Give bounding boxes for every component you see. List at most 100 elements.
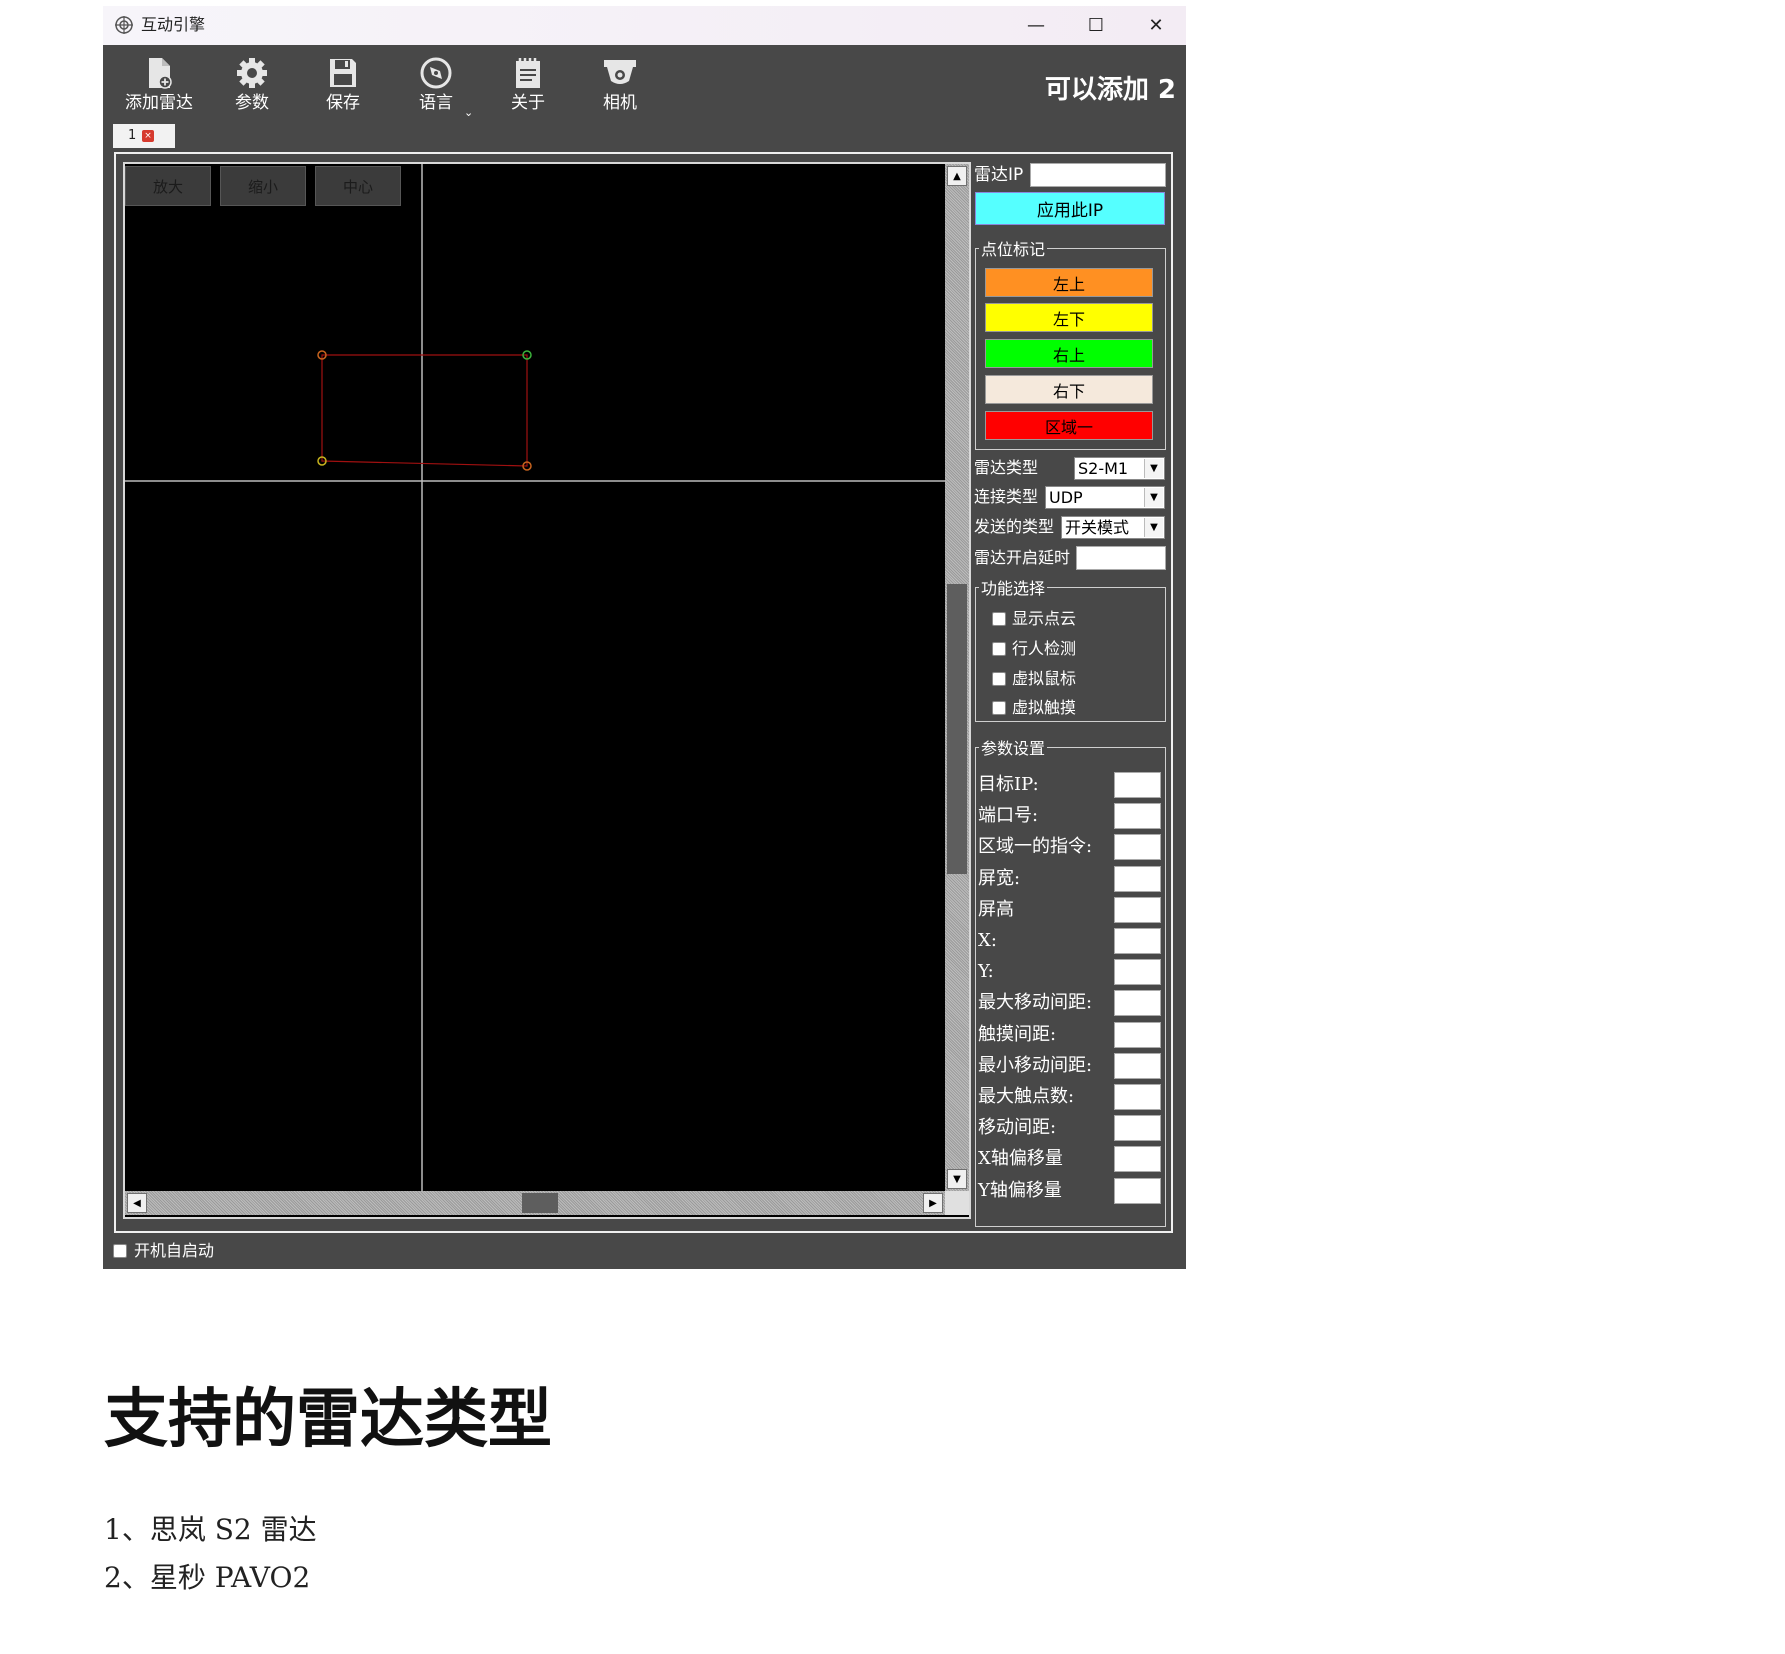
scroll-up-icon[interactable]: ▲ bbox=[947, 166, 967, 186]
connection-type-value: UDP bbox=[1049, 488, 1083, 507]
param-input[interactable] bbox=[1114, 1084, 1161, 1110]
horizontal-scrollbar[interactable]: ◀ ▶ bbox=[125, 1191, 945, 1215]
language-button[interactable]: 语言 bbox=[393, 57, 479, 113]
language-dropdown-icon[interactable]: ⌄ bbox=[464, 106, 473, 119]
connection-type-label: 连接类型 bbox=[974, 487, 1039, 506]
param-label: 目标IP: bbox=[978, 774, 1039, 795]
param-input[interactable] bbox=[1114, 866, 1161, 892]
param-label: X: bbox=[978, 930, 997, 951]
vertical-scrollbar[interactable]: ▲ ▼ bbox=[945, 164, 969, 1191]
send-type-select[interactable]: 开关模式 ▼ bbox=[1061, 516, 1165, 539]
radar-view-frame: 放大 缩小 中心 ▲ ▼ ◀ ▶ bbox=[123, 162, 971, 1219]
autostart-checkbox[interactable] bbox=[113, 1244, 127, 1258]
zoom-out-button[interactable]: 缩小 bbox=[220, 166, 306, 206]
gear-icon bbox=[237, 58, 267, 88]
param-label: 屏高 bbox=[978, 899, 1014, 920]
autostart-label: 开机自启动 bbox=[134, 1241, 215, 1260]
param-input[interactable] bbox=[1114, 928, 1161, 954]
show-point-cloud-checkbox[interactable] bbox=[992, 612, 1006, 626]
radar-type-label: 雷达类型 bbox=[974, 458, 1039, 477]
add-radar-button[interactable]: 添加雷达 bbox=[116, 57, 202, 113]
radar-type-select[interactable]: S2-M1 ▼ bbox=[1074, 457, 1165, 480]
param-label: 触摸间距: bbox=[978, 1024, 1057, 1045]
pedestrian-detect-checkbox[interactable] bbox=[992, 642, 1006, 656]
virtual-touch-checkbox[interactable] bbox=[992, 701, 1006, 715]
param-label: 区域一的指令: bbox=[978, 836, 1093, 857]
param-label: 移动间距: bbox=[978, 1117, 1057, 1138]
zoom-in-button[interactable]: 放大 bbox=[125, 166, 211, 206]
param-input[interactable] bbox=[1114, 1022, 1161, 1048]
param-input[interactable] bbox=[1114, 1146, 1161, 1172]
send-type-label: 发送的类型 bbox=[974, 517, 1055, 536]
scroll-down-icon[interactable]: ▼ bbox=[947, 1169, 967, 1189]
app-logo-icon bbox=[115, 16, 133, 34]
show-point-cloud-label: 显示点云 bbox=[1012, 609, 1077, 628]
radar-canvas[interactable]: 放大 缩小 中心 bbox=[125, 164, 945, 1191]
param-input[interactable] bbox=[1114, 1115, 1161, 1141]
scroll-right-icon[interactable]: ▶ bbox=[923, 1193, 943, 1213]
param-input[interactable] bbox=[1114, 1053, 1161, 1079]
vertical-scroll-thumb[interactable] bbox=[947, 584, 967, 874]
radar-delay-label: 雷达开启延时 bbox=[974, 548, 1071, 567]
param-input[interactable] bbox=[1114, 959, 1161, 985]
center-button[interactable]: 中心 bbox=[315, 166, 401, 206]
radar-ip-input[interactable] bbox=[1030, 163, 1166, 187]
add-count-label: 可以添加 2 bbox=[1044, 75, 1176, 105]
maximize-button[interactable]: ☐ bbox=[1066, 6, 1126, 45]
param-label: 最小移动间距: bbox=[978, 1055, 1093, 1076]
mark-bottom-right-button[interactable]: 右下 bbox=[985, 375, 1153, 404]
close-button[interactable]: ✕ bbox=[1126, 6, 1186, 45]
apply-ip-button[interactable]: 应用此IP bbox=[975, 192, 1165, 225]
horizontal-scroll-thumb[interactable] bbox=[522, 1193, 558, 1213]
add-document-icon bbox=[149, 58, 172, 89]
list-item: 2、星秒 PAVO2 bbox=[104, 1561, 311, 1594]
save-label: 保存 bbox=[326, 93, 360, 113]
virtual-mouse-checkbox[interactable] bbox=[992, 672, 1006, 686]
camera-label: 相机 bbox=[603, 93, 637, 113]
tab-1[interactable]: 1 × bbox=[113, 124, 175, 148]
scroll-left-icon[interactable]: ◀ bbox=[127, 1193, 147, 1213]
region-outline bbox=[321, 354, 528, 467]
save-button[interactable]: 保存 bbox=[300, 57, 386, 113]
radar-drawing bbox=[125, 164, 945, 1191]
mark-bottom-left-button[interactable]: 左下 bbox=[985, 303, 1153, 332]
functions-legend: 功能选择 bbox=[981, 579, 1046, 598]
mark-top-right-button[interactable]: 右上 bbox=[985, 339, 1153, 368]
camera-icon bbox=[604, 60, 636, 84]
tab-close-icon[interactable]: × bbox=[142, 130, 154, 142]
save-icon bbox=[330, 59, 356, 87]
virtual-mouse-label: 虚拟鼠标 bbox=[1012, 669, 1077, 688]
virtual-touch-label: 虚拟触摸 bbox=[1012, 698, 1077, 717]
params-label: 参数 bbox=[235, 93, 269, 113]
radar-type-value: S2-M1 bbox=[1078, 459, 1129, 478]
chevron-down-icon: ▼ bbox=[1144, 518, 1163, 537]
compass-icon bbox=[420, 57, 452, 89]
camera-button[interactable]: 相机 bbox=[577, 57, 663, 113]
param-input[interactable] bbox=[1114, 1178, 1161, 1204]
param-input[interactable] bbox=[1114, 772, 1161, 798]
param-input[interactable] bbox=[1114, 897, 1161, 923]
window-title: 互动引擎 bbox=[141, 15, 206, 34]
param-label: 最大移动间距: bbox=[978, 992, 1093, 1013]
chevron-down-icon: ▼ bbox=[1144, 459, 1163, 478]
mark-region-one-button[interactable]: 区域一 bbox=[985, 411, 1153, 440]
about-button[interactable]: 关于 bbox=[485, 57, 571, 113]
param-label: 最大触点数: bbox=[978, 1086, 1075, 1107]
about-label: 关于 bbox=[511, 93, 545, 113]
params-button[interactable]: 参数 bbox=[209, 57, 295, 113]
radar-delay-input[interactable] bbox=[1076, 546, 1166, 570]
app-window: 互动引擎 — ☐ ✕ 添加雷达 参数 保存 语言 ⌄ 关于 相机 可以添加 2 … bbox=[103, 6, 1186, 1269]
radar-ip-label: 雷达IP bbox=[974, 165, 1024, 185]
connection-type-select[interactable]: UDP ▼ bbox=[1045, 486, 1165, 509]
param-label: 屏宽: bbox=[978, 868, 1021, 889]
send-type-value: 开关模式 bbox=[1065, 518, 1130, 537]
param-input[interactable] bbox=[1114, 990, 1161, 1016]
pedestrian-detect-label: 行人检测 bbox=[1012, 639, 1077, 658]
param-input[interactable] bbox=[1114, 803, 1161, 829]
scrollbar-corner bbox=[945, 1191, 969, 1215]
minimize-button[interactable]: — bbox=[1006, 6, 1066, 45]
params-legend: 参数设置 bbox=[981, 739, 1046, 758]
param-input[interactable] bbox=[1114, 834, 1161, 860]
mark-top-left-button[interactable]: 左上 bbox=[985, 268, 1153, 297]
notepad-icon bbox=[516, 58, 540, 88]
